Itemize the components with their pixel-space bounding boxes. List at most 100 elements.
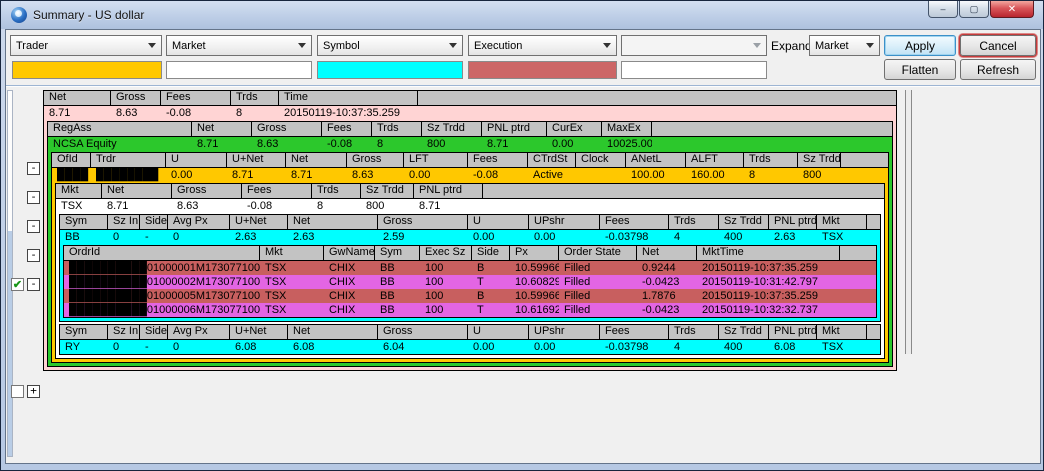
header-cell[interactable] xyxy=(840,246,876,260)
header-cell[interactable]: Avg Px xyxy=(168,215,230,229)
header-cell[interactable]: Mkt xyxy=(56,184,102,198)
header-cell[interactable]: Sym xyxy=(60,215,108,229)
header-cell[interactable]: Fees xyxy=(600,325,669,339)
expander-summary[interactable]: - xyxy=(27,162,40,175)
header-cell[interactable]: PNL ptrd xyxy=(769,215,817,229)
refresh-button[interactable]: Refresh xyxy=(960,59,1036,80)
right-scrollbar[interactable] xyxy=(905,90,912,354)
header-cell[interactable]: ANetL xyxy=(626,153,686,167)
header-cell[interactable] xyxy=(652,122,892,136)
symbol-bb-row[interactable]: BB 0 - 0 2.63 2.63 2.59 0.00 0.00 -0.03798 4 400 2.6… xyxy=(60,230,880,244)
header-cell[interactable]: Sz Trdd xyxy=(719,325,769,339)
header-cell[interactable]: MktTime xyxy=(697,246,840,260)
header-cell[interactable]: U xyxy=(166,153,227,167)
header-cell[interactable]: Net xyxy=(288,215,378,229)
expand-dropdown[interactable]: Market xyxy=(809,35,880,56)
header-cell[interactable]: Px xyxy=(510,246,559,260)
header-cell[interactable]: PNL ptrd xyxy=(414,184,483,198)
header-cell[interactable]: Exec Sz xyxy=(420,246,472,260)
execution-filter-dropdown[interactable]: Execution xyxy=(468,35,617,56)
expander-region[interactable]: - xyxy=(27,191,40,204)
close-button[interactable]: ✕ xyxy=(990,1,1034,18)
header-cell[interactable]: CTrdSt xyxy=(528,153,576,167)
header-cell[interactable]: Side xyxy=(140,325,168,339)
header-cell[interactable]: Mkt xyxy=(260,246,324,260)
header-cell[interactable]: Mkt xyxy=(817,215,867,229)
header-cell[interactable]: Net xyxy=(44,91,111,105)
header-cell[interactable]: Gross xyxy=(111,91,161,105)
header-cell[interactable]: Sz Trdd xyxy=(361,184,414,198)
header-cell[interactable]: Net xyxy=(288,325,378,339)
cancel-button[interactable]: Cancel xyxy=(960,35,1036,56)
header-cell[interactable]: Net xyxy=(192,122,252,136)
header-cell[interactable]: U+Net xyxy=(230,215,288,229)
header-cell[interactable]: Net xyxy=(102,184,172,198)
header-cell[interactable]: Side xyxy=(472,246,510,260)
header-cell[interactable]: PNL ptrd xyxy=(482,122,547,136)
header-cell[interactable]: Gross xyxy=(252,122,322,136)
header-cell[interactable]: Avg Px xyxy=(168,325,230,339)
order-row[interactable]: ██████████01000005M173077100000 TSX CHIX BB… xyxy=(64,289,876,303)
header-cell[interactable] xyxy=(841,153,888,167)
header-cell[interactable] xyxy=(483,184,884,198)
header-cell[interactable]: Trds xyxy=(312,184,361,198)
header-cell[interactable]: Trds xyxy=(231,91,279,105)
order-row[interactable]: ██████████01000006M173077100000 TSX CHIX BB… xyxy=(64,303,876,317)
checkbox-symbol-bb[interactable]: ✔ xyxy=(11,278,24,291)
header-cell[interactable]: ALFT xyxy=(686,153,744,167)
expander-trader[interactable]: - xyxy=(27,220,40,233)
header-cell[interactable]: Gross xyxy=(172,184,242,198)
header-cell[interactable]: OrdrId xyxy=(64,246,260,260)
maximize-button[interactable]: ▢ xyxy=(959,1,989,18)
header-cell[interactable]: Trds xyxy=(744,153,798,167)
header-cell[interactable]: UPshr xyxy=(529,325,600,339)
header-cell[interactable]: Gross xyxy=(378,215,468,229)
order-row[interactable]: ██████████01000001M173077100000 TSX CHIX BB… xyxy=(64,261,876,275)
header-cell[interactable]: Side xyxy=(140,215,168,229)
header-cell[interactable]: Trds xyxy=(669,215,719,229)
market-row[interactable]: TSX 8.71 8.63 -0.08 8 800 8.71 xyxy=(56,199,884,213)
header-cell[interactable]: UPshr xyxy=(529,215,600,229)
expander-market[interactable]: - xyxy=(27,249,40,262)
header-cell[interactable]: Trds xyxy=(372,122,422,136)
checkbox-symbol-ry[interactable] xyxy=(11,385,24,398)
header-cell[interactable]: Mkt xyxy=(817,325,867,339)
header-cell[interactable]: MaxEx xyxy=(602,122,652,136)
header-cell[interactable]: Net xyxy=(637,246,697,260)
header-cell[interactable]: Sz Trdd xyxy=(422,122,482,136)
apply-button[interactable]: Apply xyxy=(884,35,956,56)
expander-symbol-ry[interactable]: + xyxy=(27,385,40,398)
header-cell[interactable]: Trdr xyxy=(91,153,166,167)
header-cell[interactable]: Sz Trdd xyxy=(798,153,841,167)
header-cell[interactable]: LFT xyxy=(404,153,468,167)
summary-row[interactable]: 8.71 8.63 -0.08 8 20150119-10:37:35.259 xyxy=(44,106,896,120)
left-scrollbar[interactable] xyxy=(7,90,13,457)
header-cell[interactable]: Net xyxy=(286,153,347,167)
header-cell[interactable]: CurEx xyxy=(547,122,602,136)
header-cell[interactable]: Fees xyxy=(468,153,528,167)
flatten-button[interactable]: Flatten xyxy=(884,59,956,80)
symbol-ry-row[interactable]: RY 0 - 0 6.08 6.08 6.04 0.00 0.00 -0.03798 4 400 6.0… xyxy=(60,340,880,354)
header-cell[interactable]: Gross xyxy=(378,325,468,339)
header-cell[interactable]: U xyxy=(468,325,529,339)
symbol-filter-dropdown[interactable]: Symbol xyxy=(317,35,463,56)
header-cell[interactable]: Order State xyxy=(559,246,637,260)
header-cell[interactable] xyxy=(867,325,880,339)
header-cell[interactable]: Sz In xyxy=(108,325,140,339)
market-filter-dropdown[interactable]: Market xyxy=(166,35,312,56)
header-cell[interactable]: U xyxy=(468,215,529,229)
header-cell[interactable]: RegAss xyxy=(48,122,192,136)
region-row[interactable]: NCSA Equity 8.71 8.63 -0.08 8 800 8.71 0.00 1002… xyxy=(48,137,892,151)
trader-row[interactable]: ████ ████████ 0.00 8.71 8.71 8.63 0.00 -0.08 Act… xyxy=(52,168,888,182)
expander-symbol-bb[interactable]: - xyxy=(27,278,40,291)
header-cell[interactable]: Sym xyxy=(375,246,420,260)
header-cell[interactable]: Gross xyxy=(347,153,404,167)
header-cell[interactable]: Clock xyxy=(576,153,626,167)
trader-filter-dropdown[interactable]: Trader xyxy=(10,35,162,56)
header-cell[interactable]: OfId xyxy=(52,153,91,167)
header-cell[interactable]: Time xyxy=(279,91,418,105)
header-cell[interactable]: PNL ptrd xyxy=(769,325,817,339)
header-cell[interactable]: Sz In xyxy=(108,215,140,229)
header-cell[interactable]: GwName xyxy=(324,246,375,260)
header-cell[interactable]: Trds xyxy=(669,325,719,339)
